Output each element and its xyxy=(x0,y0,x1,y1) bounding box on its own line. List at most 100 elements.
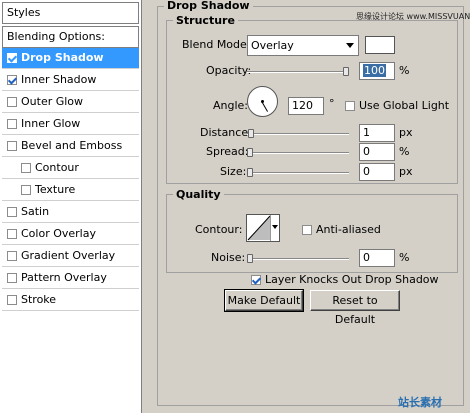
style-item-label: Color Overlay xyxy=(21,227,96,240)
spread-field[interactable]: 0 xyxy=(359,143,395,161)
watermark-bottom: 站长素材 xyxy=(398,396,442,409)
opacity-slider[interactable] xyxy=(247,71,349,73)
distance-value: 1 xyxy=(363,126,370,139)
noise-unit: % xyxy=(399,251,410,264)
color-overlay-checkbox[interactable] xyxy=(7,229,17,239)
noise-field[interactable]: 0 xyxy=(359,249,395,267)
angle-label: Angle: xyxy=(213,99,249,112)
style-item-label: Contour xyxy=(35,161,79,174)
opacity-unit: % xyxy=(399,64,410,77)
style-item-inner-glow[interactable]: Inner Glow xyxy=(2,114,139,135)
style-item-gradient-overlay[interactable]: Gradient Overlay xyxy=(2,246,139,267)
watermark-top: 思缘设计论坛 www.MISSVUAN.com xyxy=(356,12,470,21)
blend-mode-value: Overlay xyxy=(251,39,294,52)
contour-dropdown[interactable] xyxy=(270,215,279,241)
spread-slider-thumb[interactable] xyxy=(247,148,253,157)
style-item-label: Texture xyxy=(35,183,76,196)
drop-shadow-title: Drop Shadow xyxy=(164,0,253,12)
style-item-drop-shadow[interactable]: Drop Shadow xyxy=(2,48,139,69)
noise-slider-thumb[interactable] xyxy=(247,254,253,263)
style-item-label: Pattern Overlay xyxy=(21,271,107,284)
opacity-field[interactable]: 100 xyxy=(359,62,395,80)
satin-checkbox[interactable] xyxy=(7,207,17,217)
distance-slider-thumb[interactable] xyxy=(248,129,254,138)
structure-title: Structure xyxy=(173,14,238,27)
contour-checkbox[interactable] xyxy=(21,163,31,173)
reset-to-default-button[interactable]: Reset to Default xyxy=(310,290,400,326)
texture-checkbox[interactable] xyxy=(21,185,31,195)
opacity-slider-thumb[interactable] xyxy=(343,67,349,76)
blend-mode-label: Blend Mode: xyxy=(182,38,251,51)
angle-dial-center xyxy=(261,100,264,103)
bevel-emboss-checkbox[interactable] xyxy=(7,141,17,151)
size-unit: px xyxy=(399,165,413,178)
style-item-label: Inner Glow xyxy=(21,117,81,130)
style-item-color-overlay[interactable]: Color Overlay xyxy=(2,224,139,245)
outer-glow-checkbox[interactable] xyxy=(7,97,17,107)
angle-unit: ° xyxy=(329,97,335,110)
opacity-label: Opacity: xyxy=(206,64,252,77)
anti-aliased-checkbox[interactable] xyxy=(302,225,312,235)
layer-knocks-out-checkbox[interactable] xyxy=(251,275,261,285)
distance-field[interactable]: 1 xyxy=(359,124,395,142)
size-label: Size: xyxy=(220,165,247,178)
style-item-label: Gradient Overlay xyxy=(21,249,116,262)
blending-options-item[interactable]: Blending Options: Custom xyxy=(2,26,139,63)
spread-label: Spread: xyxy=(206,145,249,158)
contour-label: Contour: xyxy=(195,223,243,236)
contour-curve-icon xyxy=(247,215,271,241)
size-slider-thumb[interactable] xyxy=(247,168,253,177)
noise-value: 0 xyxy=(363,251,370,264)
stroke-checkbox[interactable] xyxy=(7,295,17,305)
style-item-label: Outer Glow xyxy=(21,95,84,108)
drop-shadow-settings: Drop Shadow Structure Blend Mode: Overla… xyxy=(143,0,470,413)
size-value: 0 xyxy=(363,165,370,178)
style-item-satin[interactable]: Satin xyxy=(2,202,139,223)
styles-header-label: Styles xyxy=(7,6,41,19)
noise-slider[interactable] xyxy=(247,258,349,260)
inner-shadow-checkbox[interactable] xyxy=(7,75,17,85)
opacity-value: 100 xyxy=(363,64,386,77)
make-default-button[interactable]: Make Default xyxy=(224,289,304,312)
styles-panel: Styles Blending Options: Custom Drop Sha… xyxy=(0,0,142,413)
blend-mode-select[interactable]: Overlay xyxy=(247,35,359,56)
size-field[interactable]: 0 xyxy=(359,163,395,181)
distance-label: Distance: xyxy=(200,126,252,139)
style-item-label: Satin xyxy=(21,205,50,218)
shadow-color-swatch[interactable] xyxy=(365,36,395,54)
style-item-inner-shadow[interactable]: Inner Shadow xyxy=(2,70,139,91)
layer-knocks-out-label: Layer Knocks Out Drop Shadow xyxy=(265,273,439,286)
inner-glow-checkbox[interactable] xyxy=(7,119,17,129)
angle-value: 120 xyxy=(292,99,313,112)
style-item-label: Inner Shadow xyxy=(21,73,97,86)
size-slider[interactable] xyxy=(247,172,349,174)
noise-label: Noise: xyxy=(211,251,246,264)
contour-picker[interactable] xyxy=(246,214,280,242)
style-item-label: Stroke xyxy=(21,293,57,306)
spread-slider[interactable] xyxy=(247,152,349,154)
angle-dial[interactable] xyxy=(247,86,278,117)
angle-field[interactable]: 120 xyxy=(288,97,324,115)
style-item-stroke[interactable]: Stroke xyxy=(2,290,139,311)
use-global-light-checkbox[interactable] xyxy=(345,101,355,111)
chevron-down-icon xyxy=(346,43,354,48)
style-item-bevel-emboss[interactable]: Bevel and Emboss xyxy=(2,136,139,157)
use-global-light-label: Use Global Light xyxy=(359,99,450,112)
quality-group: Quality Contour: Anti-aliased Noise: 0 % xyxy=(166,188,458,273)
structure-group: Structure Blend Mode: Overlay Opacity: 1… xyxy=(166,14,458,184)
drop-shadow-group: Drop Shadow Structure Blend Mode: Overla… xyxy=(157,0,464,406)
spread-value: 0 xyxy=(363,145,370,158)
gradient-overlay-checkbox[interactable] xyxy=(7,251,17,261)
style-item-texture[interactable]: Texture xyxy=(2,180,139,201)
styles-header[interactable]: Styles xyxy=(2,2,139,24)
style-item-contour[interactable]: Contour xyxy=(2,158,139,179)
distance-unit: px xyxy=(399,126,413,139)
style-item-outer-glow[interactable]: Outer Glow xyxy=(2,92,139,113)
drop-shadow-checkbox[interactable] xyxy=(7,53,17,63)
style-item-pattern-overlay[interactable]: Pattern Overlay xyxy=(2,268,139,289)
chevron-down-icon xyxy=(272,225,278,229)
distance-slider[interactable] xyxy=(247,133,349,135)
quality-title: Quality xyxy=(173,188,224,201)
anti-aliased-label: Anti-aliased xyxy=(316,223,381,236)
pattern-overlay-checkbox[interactable] xyxy=(7,273,17,283)
